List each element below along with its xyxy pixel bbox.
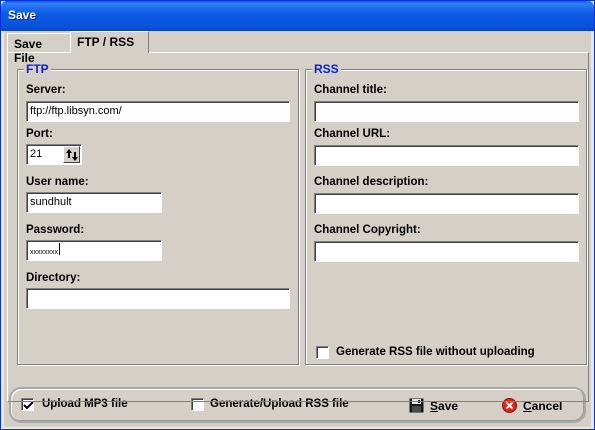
port-value: 21 xyxy=(30,148,43,160)
dialog-client-area: Save File FTP / RSS FTP Server: ftp://ft… xyxy=(4,31,591,427)
rss-group: RSS Channel title: Channel URL: Channel … xyxy=(305,62,587,365)
ftp-group: FTP Server: ftp://ftp.libsyn.com/ Port: … xyxy=(17,62,299,365)
directory-label: Directory: xyxy=(26,272,81,284)
channel-url-input[interactable] xyxy=(314,145,579,166)
password-value: xxxxxxxx xyxy=(30,249,58,256)
generate-rss-label[interactable]: Generate RSS file without uploading xyxy=(336,346,535,358)
port-label: Port: xyxy=(26,128,53,140)
username-value: sundhult xyxy=(30,196,72,208)
directory-input[interactable] xyxy=(26,288,290,309)
ftp-group-legend: FTP xyxy=(24,62,51,76)
text-caret xyxy=(59,243,60,256)
server-value: ftp://ftp.libsyn.com/ xyxy=(30,105,122,117)
channel-title-input[interactable] xyxy=(314,101,579,122)
port-spinbox[interactable]: 21 xyxy=(26,144,82,165)
up-down-arrows-icon xyxy=(66,149,78,161)
save-dialog: Save Save File FTP / RSS FTP Server: ftp… xyxy=(0,0,595,430)
tab-ftp-rss[interactable]: FTP / RSS xyxy=(70,31,149,53)
title-bar[interactable]: Save xyxy=(1,1,594,31)
channel-description-label: Channel description: xyxy=(314,176,429,188)
username-label: User name: xyxy=(26,176,89,188)
channel-title-label: Channel title: xyxy=(314,84,387,96)
tab-save-file[interactable]: Save File xyxy=(7,33,71,65)
tab-panel-ftp-rss: FTP Server: ftp://ftp.libsyn.com/ Port: … xyxy=(7,52,589,402)
channel-url-label: Channel URL: xyxy=(314,128,391,140)
password-input[interactable]: xxxxxxxx xyxy=(26,240,162,261)
channel-description-input[interactable] xyxy=(314,193,579,214)
password-label: Password: xyxy=(26,224,85,236)
server-input[interactable]: ftp://ftp.libsyn.com/ xyxy=(26,101,290,122)
channel-copyright-input[interactable] xyxy=(314,241,579,262)
rss-group-legend: RSS xyxy=(312,62,341,76)
tab-ftp-rss-label: FTP / RSS xyxy=(77,35,135,49)
window-title: Save xyxy=(8,8,37,22)
generate-rss-checkbox[interactable] xyxy=(316,346,329,359)
username-input[interactable]: sundhult xyxy=(26,192,162,213)
channel-copyright-label: Channel Copyright: xyxy=(314,224,421,236)
server-label: Server: xyxy=(26,84,66,96)
port-spin-button[interactable] xyxy=(63,146,80,163)
